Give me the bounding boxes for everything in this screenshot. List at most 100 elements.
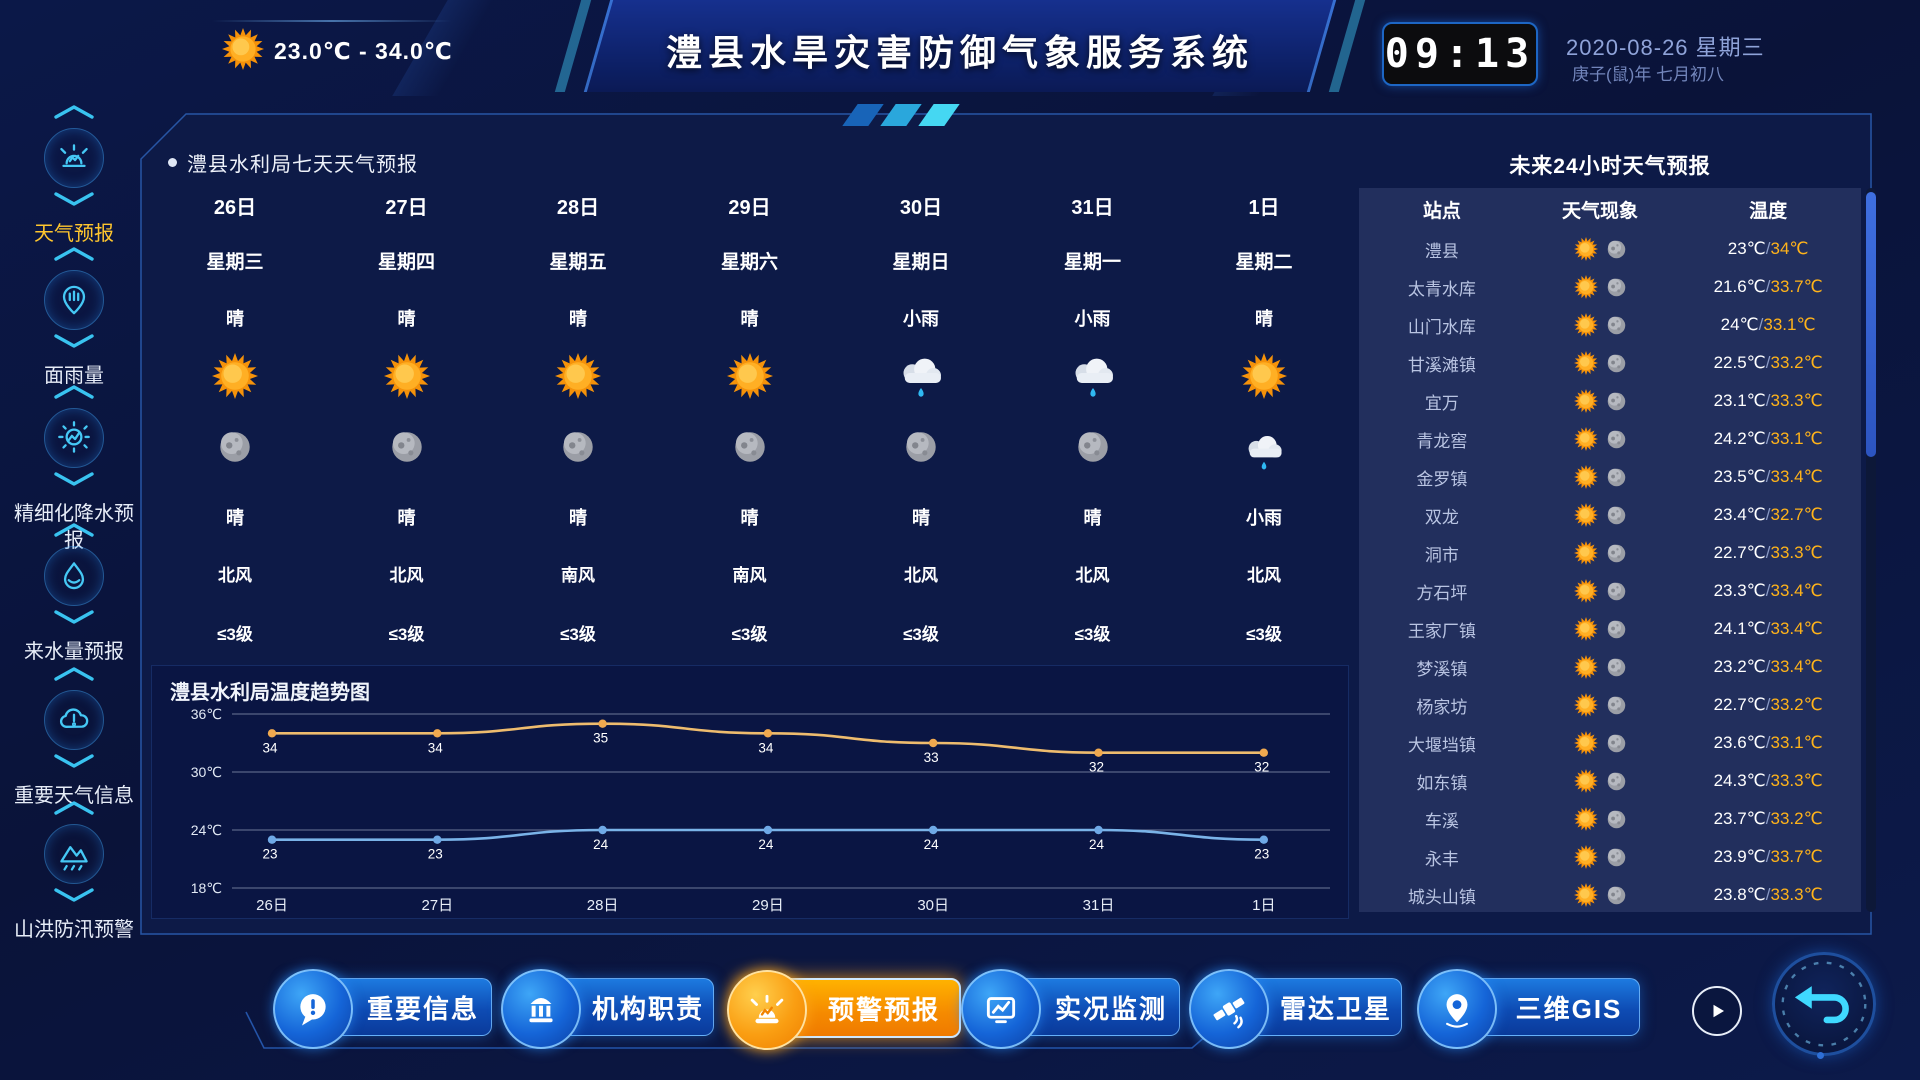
station-name: 梦溪镇 <box>1359 655 1525 680</box>
data-point-label: 23 <box>428 847 443 862</box>
forecast-wind-direction: 北风 <box>835 561 1007 586</box>
forecast-date: 27日 <box>321 191 493 220</box>
scrollbar-thumb[interactable] <box>1866 192 1876 457</box>
low-temp: 24.1℃ <box>1714 619 1766 638</box>
sun-icon <box>1574 351 1598 375</box>
play-icon <box>1703 997 1731 1025</box>
column-header-temp: 温度 <box>1675 196 1861 223</box>
station-temp: 23.2℃/33.4℃ <box>1675 657 1861 677</box>
data-point-label: 24 <box>924 837 940 852</box>
weather-dashboard: { "header": { "temp_range": "23.0℃ - 34.… <box>0 0 1920 1080</box>
rain-cloud-icon <box>1242 431 1286 475</box>
forecast-night-weather: 晴 <box>149 504 321 530</box>
cloud-alert-icon <box>53 699 95 741</box>
nav-button-3d-gis[interactable]: 三维GIS <box>1428 978 1640 1036</box>
low-temp: 24℃ <box>1721 315 1759 334</box>
sidebar-item-inflow-forecast[interactable]: 来水量预报 <box>0 522 148 666</box>
forecast-night-weather: 晴 <box>1007 504 1179 530</box>
nav-button-institution-duty[interactable]: 机构职责 <box>512 978 714 1036</box>
station-row: 宜万23.1℃/33.3℃ <box>1359 382 1861 420</box>
sidebar-item-weather-forecast[interactable]: 天气预报 <box>0 104 148 248</box>
station-weather-icons <box>1525 731 1676 755</box>
nav-button-warning-forecast[interactable]: 预警预报 <box>737 978 961 1038</box>
chevron-down-icon <box>53 609 95 625</box>
back-icon <box>1778 958 1870 1050</box>
moon-icon <box>1607 468 1626 487</box>
station-row: 梦溪镇 23.2℃/33.4℃ <box>1359 648 1861 686</box>
high-temp: 33.3℃ <box>1770 543 1822 562</box>
sun-icon <box>1241 353 1287 399</box>
station-temp: 22.7℃/33.2℃ <box>1675 695 1861 715</box>
station-name: 山门水库 <box>1359 313 1525 338</box>
high-temp: 32.7℃ <box>1770 505 1822 524</box>
nav-button-important-info[interactable]: 重要信息 <box>284 978 492 1036</box>
forecast-date: 29日 <box>664 191 836 220</box>
low-temp: 23.8℃ <box>1714 885 1766 904</box>
nav-button-radar-satellite[interactable]: 雷达卫星 <box>1200 978 1402 1036</box>
station-temp: 22.7℃/33.3℃ <box>1675 543 1861 563</box>
header-temp-widget: 23.0℃ - 34.0℃ <box>222 28 453 75</box>
x-axis-label: 31日 <box>1083 897 1115 914</box>
station-temp: 24.3℃/33.3℃ <box>1675 771 1861 791</box>
moon-icon <box>1607 886 1626 905</box>
moon-icon <box>391 431 423 463</box>
high-temp: 33.1℃ <box>1770 429 1822 448</box>
station-name: 太青水库 <box>1359 275 1525 300</box>
forecast-day-weather-icon <box>1007 353 1179 403</box>
station-table-header: 站点天气现象温度 <box>1359 188 1861 230</box>
high-temp: 33.4℃ <box>1770 467 1822 486</box>
play-button[interactable] <box>1692 986 1742 1036</box>
chevron-up-icon <box>53 246 95 262</box>
station-temp: 24.1℃/33.4℃ <box>1675 619 1861 639</box>
forecast-wind-level: ≤3级 <box>321 620 493 645</box>
sidebar-item-areal-rainfall[interactable]: 面雨量 <box>0 246 148 390</box>
sidebar-item-flash-flood-warning[interactable]: 山洪防汛预警 <box>0 800 148 944</box>
header-decor-line <box>212 20 452 22</box>
chevron-up-icon <box>53 522 95 538</box>
nav-button-live-monitoring[interactable]: 实况监测 <box>972 978 1180 1036</box>
temperature-trend-chart: 澧县水利局温度趋势图 36℃30℃24℃18℃26日27日28日29日30日31… <box>151 665 1349 919</box>
station-temp: 21.6℃/33.7℃ <box>1675 277 1861 297</box>
x-axis-label: 30日 <box>917 897 949 914</box>
moon-icon <box>905 431 937 463</box>
scrollbar-track[interactable] <box>1866 188 1876 912</box>
high-temp: 33.1℃ <box>1763 315 1815 334</box>
forecast-wind-level: ≤3级 <box>664 620 836 645</box>
station-row: 山门水库 24℃/33.1℃ <box>1359 306 1861 344</box>
high-temp: 33.2℃ <box>1770 809 1822 828</box>
location-pin-icon <box>1435 987 1479 1031</box>
station-row: 如东镇24.3℃/33.3℃ <box>1359 762 1861 800</box>
forecast-night-weather-icon <box>492 431 664 463</box>
station-weather-icons <box>1525 883 1676 907</box>
x-axis-label: 28日 <box>587 897 619 914</box>
water-drop-icon <box>53 555 95 597</box>
station-weather-icons <box>1525 313 1676 337</box>
forecast-night-weather-icon <box>1007 431 1179 463</box>
station-name: 车溪 <box>1359 807 1525 832</box>
chevron-down-icon <box>53 753 95 769</box>
station-weather-icons <box>1525 427 1676 451</box>
moon-icon <box>1607 620 1626 639</box>
data-point-label: 34 <box>262 740 278 755</box>
data-point <box>268 729 276 737</box>
forecast-night-weather-icon <box>664 431 836 463</box>
sun-icon <box>555 353 601 399</box>
forecast-day-weather-icon <box>149 353 321 399</box>
station-name: 方石坪 <box>1359 579 1525 604</box>
data-point <box>268 836 276 844</box>
station-temp: 23.9℃/33.7℃ <box>1675 847 1861 867</box>
chevron-down-icon <box>53 191 95 207</box>
moon-icon <box>1607 696 1626 715</box>
sun-icon <box>1574 655 1598 679</box>
moon-icon <box>1077 431 1109 463</box>
forecast-day-weather: 小雨 <box>835 305 1007 331</box>
nav-button-label: 重要信息 <box>363 979 483 1035</box>
moon-icon <box>562 431 594 463</box>
forecast-wind-level: ≤3级 <box>149 620 321 645</box>
station-temp: 24℃/33.1℃ <box>1675 315 1861 335</box>
sidebar-item-important-weather-info[interactable]: 重要天气信息 <box>0 666 148 810</box>
page-title: 澧县水旱灾害防御气象服务系统 <box>666 24 1254 76</box>
station-row: 甘溪滩镇22.5℃/33.2℃ <box>1359 344 1861 382</box>
forecast-wind-direction: 北风 <box>1178 561 1350 586</box>
back-button[interactable] <box>1772 952 1876 1056</box>
